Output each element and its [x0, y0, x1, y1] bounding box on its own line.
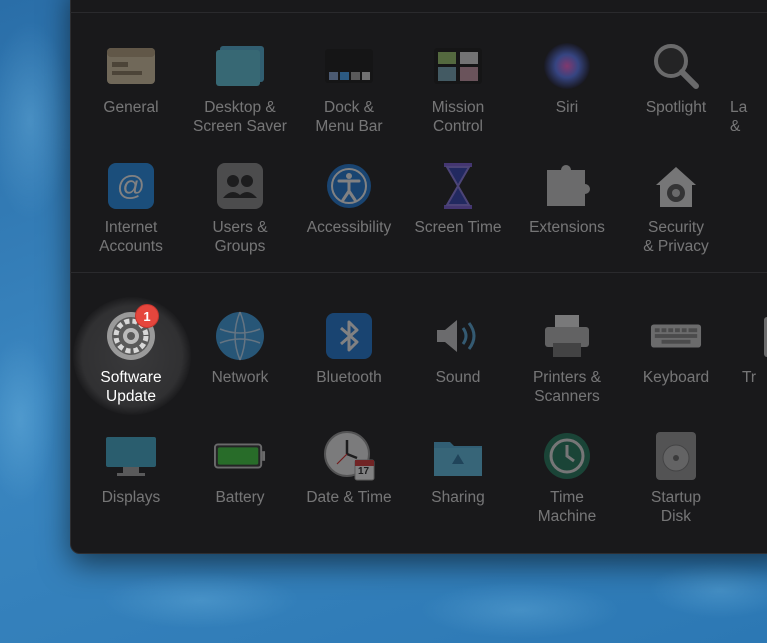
gear-icon: 1 — [105, 304, 159, 362]
dock-icon — [323, 40, 375, 92]
pref-bluetooth[interactable]: Bluetooth — [294, 310, 404, 387]
folder-icon — [432, 430, 484, 482]
pref-label: Date & Time — [306, 489, 392, 506]
house-lock-icon — [650, 160, 702, 212]
pref-screen-time[interactable]: Screen Time — [403, 160, 513, 237]
printer-icon — [541, 310, 593, 362]
pref-label: Tr — [742, 369, 757, 386]
pref-label: Extensions — [529, 219, 605, 236]
pref-desktop-screen-saver[interactable]: Desktop & Screen Saver — [185, 40, 295, 136]
bluetooth-icon — [323, 310, 375, 362]
pref-label: Screen Time — [414, 219, 502, 236]
section-divider — [70, 12, 767, 13]
pref-label: General — [103, 99, 159, 116]
pref-label: Siri — [555, 99, 579, 116]
mission-control-icon — [432, 40, 484, 92]
pref-label: Bluetooth — [316, 369, 382, 386]
accessibility-icon — [323, 160, 375, 212]
siri-icon — [541, 40, 593, 92]
pref-siri[interactable]: Siri — [512, 40, 622, 117]
pref-network[interactable]: Network — [185, 310, 295, 387]
pref-printers-scanners[interactable]: Printers & Scanners — [512, 310, 622, 406]
pref-accessibility[interactable]: Accessibility — [294, 160, 404, 237]
speaker-icon — [432, 310, 484, 362]
at-icon: @ — [105, 160, 157, 212]
pref-label: Desktop & Screen Saver — [193, 99, 287, 135]
trackpad-icon — [742, 310, 767, 362]
pref-label: Sound — [435, 369, 481, 386]
pref-general[interactable]: General — [76, 40, 186, 117]
general-icon — [105, 40, 157, 92]
pref-displays[interactable]: Displays — [76, 430, 186, 507]
pref-label: Battery — [215, 489, 265, 506]
pref-mission-control[interactable]: Mission Control — [403, 40, 513, 136]
clock-icon: 17 — [323, 430, 375, 482]
pref-sound[interactable]: Sound — [403, 310, 513, 387]
pref-security-privacy[interactable]: Security & Privacy — [621, 160, 731, 256]
pref-label: Security & Privacy — [643, 219, 709, 255]
pref-label: Keyboard — [642, 369, 710, 386]
pref-spotlight[interactable]: Spotlight — [621, 40, 731, 117]
pref-label: Sharing — [431, 489, 485, 506]
puzzle-icon — [541, 160, 593, 212]
pref-label: Mission Control — [431, 99, 485, 135]
pref-label: La & — [730, 99, 748, 135]
pref-dock-menu-bar[interactable]: Dock & Menu Bar — [294, 40, 404, 136]
pref-label: Spotlight — [645, 99, 707, 116]
battery-icon — [214, 430, 266, 482]
section-divider — [70, 272, 767, 273]
pref-label: Users & Groups — [212, 219, 268, 255]
pref-label: Displays — [101, 489, 161, 506]
desktop-icon — [214, 40, 266, 92]
pref-label: Dock & Menu Bar — [315, 99, 383, 135]
display-icon — [105, 430, 157, 482]
pref-sharing[interactable]: Sharing — [403, 430, 513, 507]
hourglass-icon — [432, 160, 484, 212]
svg-text:@: @ — [117, 170, 145, 201]
pref-extensions[interactable]: Extensions — [512, 160, 622, 237]
pref-label: Software Update — [100, 369, 162, 405]
spotlight-icon — [650, 40, 702, 92]
globe-icon — [214, 310, 266, 362]
pref-date-time[interactable]: 17 Date & Time — [294, 430, 404, 507]
time-machine-icon — [541, 430, 593, 482]
pref-battery[interactable]: Battery — [185, 430, 295, 507]
calendar-day: 17 — [358, 466, 370, 477]
pref-language-region[interactable]: La & — [730, 40, 767, 136]
pref-software-update[interactable]: 1 Software Update — [76, 304, 186, 406]
pref-label: Printers & Scanners — [532, 369, 602, 405]
pref-time-machine[interactable]: Time Machine — [512, 430, 622, 526]
pref-keyboard[interactable]: Keyboard — [621, 310, 731, 387]
pref-startup-disk[interactable]: Startup Disk — [621, 430, 731, 526]
pref-label: Internet Accounts — [99, 219, 163, 255]
keyboard-icon — [650, 310, 702, 362]
pref-trackpad[interactable]: Tr — [742, 310, 767, 387]
pref-label: Network — [211, 369, 269, 386]
pref-label: Startup Disk — [651, 489, 701, 525]
pref-users-groups[interactable]: Users & Groups — [185, 160, 295, 256]
disk-icon — [650, 430, 702, 482]
notification-badge: 1 — [135, 304, 159, 328]
users-icon — [214, 160, 266, 212]
pref-label: Time Machine — [537, 489, 597, 525]
pref-internet-accounts[interactable]: @ Internet Accounts — [76, 160, 186, 256]
language-icon — [730, 40, 767, 92]
pref-label: Accessibility — [306, 219, 392, 236]
